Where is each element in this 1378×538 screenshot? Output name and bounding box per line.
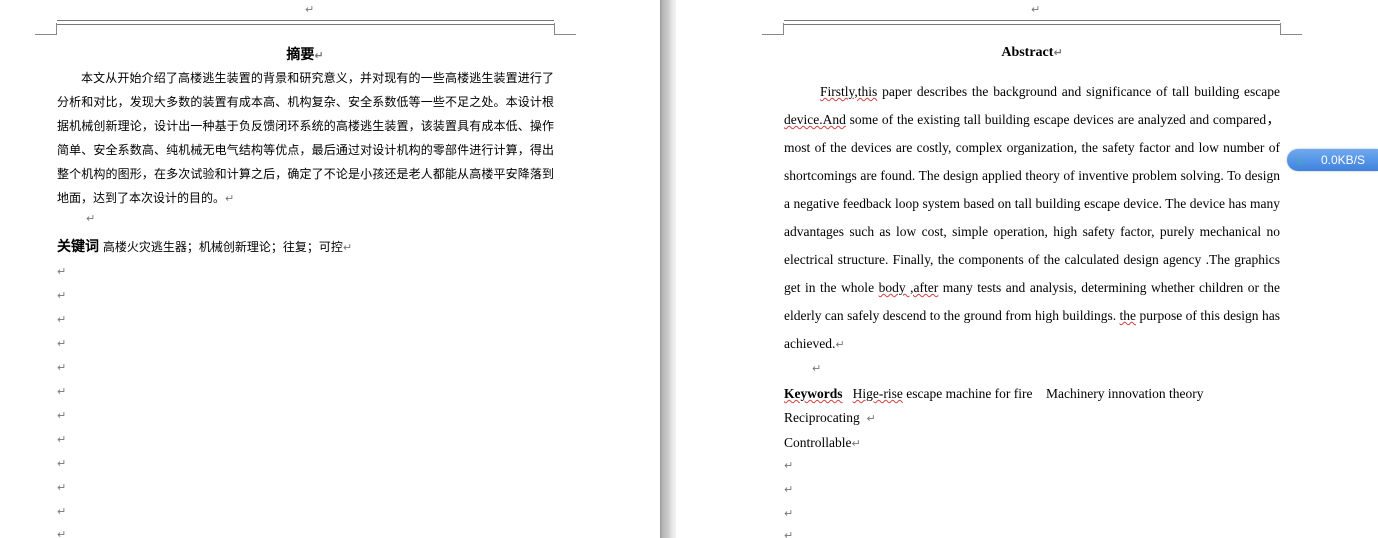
keyword-text: Controllable	[784, 435, 852, 450]
abstract-text: 本文从开始介绍了高楼逃生装置的背景和研究意义，并对现有的一些高楼逃生装置进行了分…	[57, 71, 554, 205]
keywords-label: Keywords	[784, 386, 843, 401]
download-speed-text: 0.0KB/S	[1321, 153, 1366, 167]
spelling-flag: body ,after	[878, 280, 939, 295]
paragraph-mark: ↵	[225, 192, 235, 205]
paragraph-mark: ↵	[86, 212, 96, 225]
crop-mark	[762, 34, 784, 35]
page-title[interactable]: Abstract↵	[676, 45, 1378, 61]
spelling-flag: Hige-rise	[852, 386, 903, 401]
crop-mark	[554, 23, 555, 35]
paragraph-mark: ↵	[57, 265, 67, 278]
download-arrow-icon: ↓	[1296, 152, 1303, 167]
paragraph-mark: ↵	[57, 361, 67, 374]
abstract-paragraph[interactable]: 本文从开始介绍了高楼逃生装置的背景和研究意义，并对现有的一些高楼逃生装置进行了分…	[57, 66, 554, 211]
header-rule	[57, 20, 554, 25]
paragraph-mark: ↵	[57, 505, 67, 518]
abstract-text: some of the existing tall building escap…	[784, 112, 1280, 295]
paragraph-mark: ↵	[57, 289, 67, 302]
page-title[interactable]: 摘要↵	[0, 44, 610, 64]
paragraph-mark: ↵	[57, 385, 67, 398]
download-speed-widget[interactable]: ↓ 0.0KB/S	[1287, 149, 1378, 171]
paragraph-mark: ↵	[57, 528, 67, 538]
paragraph-mark: ↵	[835, 338, 845, 351]
keywords-line[interactable]: 关键词 高楼火灾逃生器；机械创新理论；往复；可控↵	[57, 236, 352, 256]
keywords-line: Controllable↵	[784, 431, 1284, 456]
crop-mark	[56, 23, 57, 35]
paragraph-mark: ↵	[784, 507, 794, 520]
paragraph-mark: ↵	[1053, 46, 1063, 59]
crop-mark	[554, 34, 576, 35]
paragraph-mark: ↵	[784, 459, 794, 472]
spelling-flag: Firstly,this	[820, 84, 878, 99]
title-text: Abstract	[1001, 45, 1054, 60]
paragraph-mark: ↵	[812, 362, 822, 375]
keywords-label: 关键词	[57, 239, 99, 255]
keywords-text: 高楼火灾逃生器；机械创新理论；往复；可控	[102, 240, 343, 254]
keywords-line: Reciprocating ↵	[784, 406, 1284, 431]
spelling-flag: device.And	[784, 112, 846, 127]
chinese-abstract-page: ↵ 摘要↵ 本文从开始介绍了高楼逃生装置的背景和研究意义，并对现有的一些高楼逃生…	[0, 0, 660, 538]
paragraph-mark: ↵	[784, 529, 794, 538]
paragraph-mark: ↵	[866, 412, 876, 425]
paragraph-mark: ↵	[1031, 3, 1041, 16]
paragraph-mark: ↵	[851, 437, 861, 450]
paragraph-mark: ↵	[57, 457, 67, 470]
paragraph-mark: ↵	[784, 483, 794, 496]
spelling-flag: the	[1119, 308, 1137, 323]
keyword-text: Reciprocating	[784, 410, 860, 425]
keyword-text: Machinery innovation theory	[1046, 386, 1204, 401]
keywords-block[interactable]: Keywords Hige-rise escape machine for fi…	[784, 382, 1284, 456]
keywords-line: Keywords Hige-rise escape machine for fi…	[784, 382, 1284, 406]
paragraph-mark: ↵	[57, 313, 67, 326]
page-gutter	[660, 0, 676, 538]
crop-mark	[35, 34, 57, 35]
header-rule	[784, 20, 1280, 25]
abstract-text: paper describes the background and signi…	[877, 84, 1280, 99]
crop-mark	[783, 23, 784, 35]
paragraph-mark: ↵	[57, 409, 67, 422]
english-abstract-page: ↵ Abstract↵ Firstly,this paper describes…	[676, 0, 1378, 538]
paragraph-mark: ↵	[342, 241, 353, 254]
keyword-text: escape machine for fire	[902, 386, 1033, 401]
abstract-paragraph[interactable]: Firstly,this paper describes the backgro…	[784, 78, 1280, 359]
paragraph-mark: ↵	[314, 49, 324, 62]
paragraph-mark: ↵	[57, 481, 67, 494]
paragraph-mark: ↵	[305, 3, 315, 16]
crop-mark	[1280, 34, 1302, 35]
paragraph-mark: ↵	[57, 433, 67, 446]
title-text: 摘要	[286, 47, 315, 63]
paragraph-mark: ↵	[57, 337, 67, 350]
crop-mark	[1280, 23, 1281, 35]
